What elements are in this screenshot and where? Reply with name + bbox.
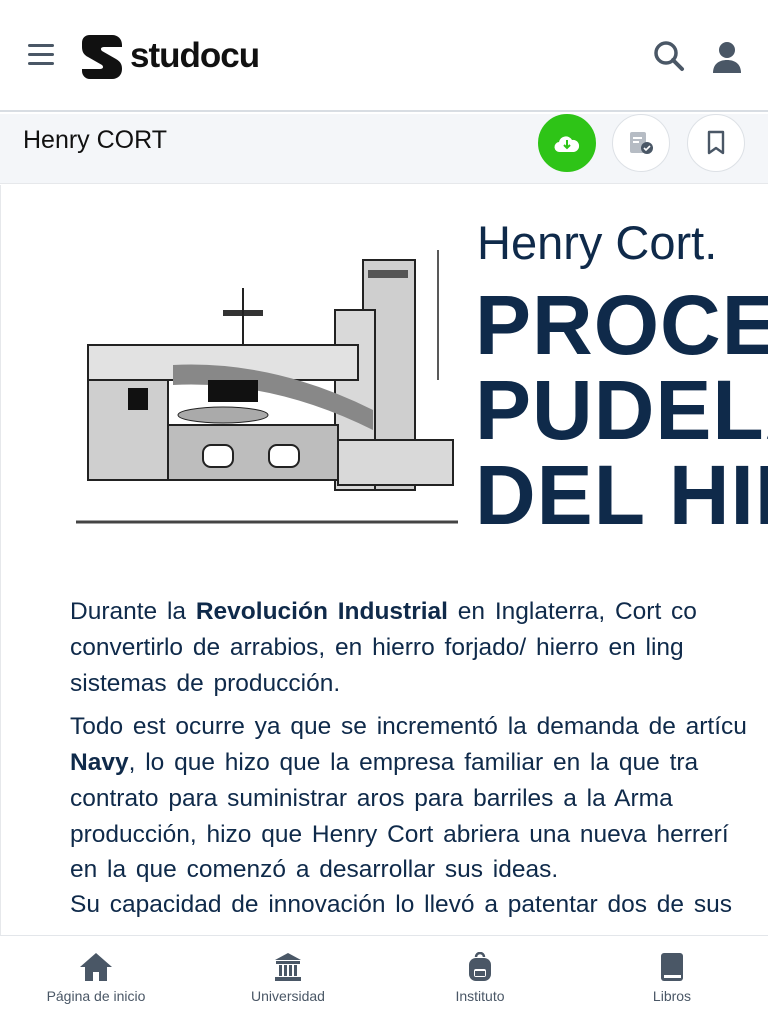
nav-label: Página de inicio: [46, 988, 146, 1004]
bold-text: Navy: [70, 749, 129, 776]
bookmark-icon: [707, 130, 725, 155]
home-icon: [80, 953, 112, 981]
document-title: Henry CORT: [23, 126, 168, 154]
document-toolbar: Henry CORT: [0, 114, 768, 184]
search-icon[interactable]: [653, 40, 685, 72]
document-title-line: PUDELAC: [475, 363, 768, 457]
book-icon: [661, 953, 683, 981]
bottom-nav: Página de inicio Universidad Instituto L…: [0, 935, 768, 1024]
paragraph-line: contrato para suministrar aros para barr…: [70, 785, 673, 812]
paragraph-line: producción, hizo que Henry Cort abriera …: [70, 821, 729, 848]
download-button[interactable]: [538, 114, 596, 172]
user-icon[interactable]: [712, 41, 742, 73]
top-header: studocu: [0, 0, 768, 112]
text: Durante la: [70, 598, 196, 625]
backpack-icon: [469, 952, 491, 981]
studocu-logo-icon: [82, 35, 122, 79]
university-icon: [275, 953, 301, 981]
text: en Inglaterra, Cort co: [447, 598, 697, 625]
puddling-furnace-illustration: [73, 240, 461, 525]
cloud-download-icon: [554, 136, 580, 153]
paragraph-line: convertirlo de arrabios, en hierro forja…: [70, 634, 684, 661]
document-page: Henry Cort. PROCES PUDELAC DEL HIER Dura…: [0, 185, 768, 935]
paragraph-line: Navy, lo que hizo que la empresa familia…: [70, 749, 698, 777]
nav-home[interactable]: Página de inicio: [0, 936, 192, 1024]
paragraph-line: Todo est ocurre ya que se incrementó la …: [70, 713, 747, 740]
nav-university[interactable]: Universidad: [192, 936, 384, 1024]
paragraph-line: sistemas de producción.: [70, 670, 341, 697]
nav-label: Universidad: [251, 988, 325, 1004]
document-check-icon: [630, 132, 653, 154]
bookmark-button[interactable]: [687, 114, 745, 172]
nav-institute[interactable]: Instituto: [384, 936, 576, 1024]
text: , lo que hizo que la empresa familiar en…: [128, 749, 699, 776]
studocu-logo[interactable]: studocu: [82, 33, 260, 79]
paragraph-line: Su capacidad de innovación lo llevó a pa…: [70, 891, 732, 918]
paragraph-line: en la que comenzó a desarrollar sus idea…: [70, 856, 559, 883]
document-subtitle: Henry Cort.: [477, 216, 718, 269]
nav-books[interactable]: Libros: [576, 936, 768, 1024]
nav-label: Libros: [652, 988, 692, 1004]
nav-label: Instituto: [455, 988, 505, 1004]
document-title-line: DEL HIER: [475, 448, 768, 542]
document-title-line: PROCES: [475, 278, 768, 372]
summary-button[interactable]: [612, 114, 670, 172]
bold-text: Revolución Industrial: [195, 598, 448, 625]
paragraph-line: Durante la Revolución Industrial en Ingl…: [70, 598, 697, 626]
menu-icon[interactable]: [28, 44, 54, 66]
brand-name: studocu: [130, 36, 260, 75]
